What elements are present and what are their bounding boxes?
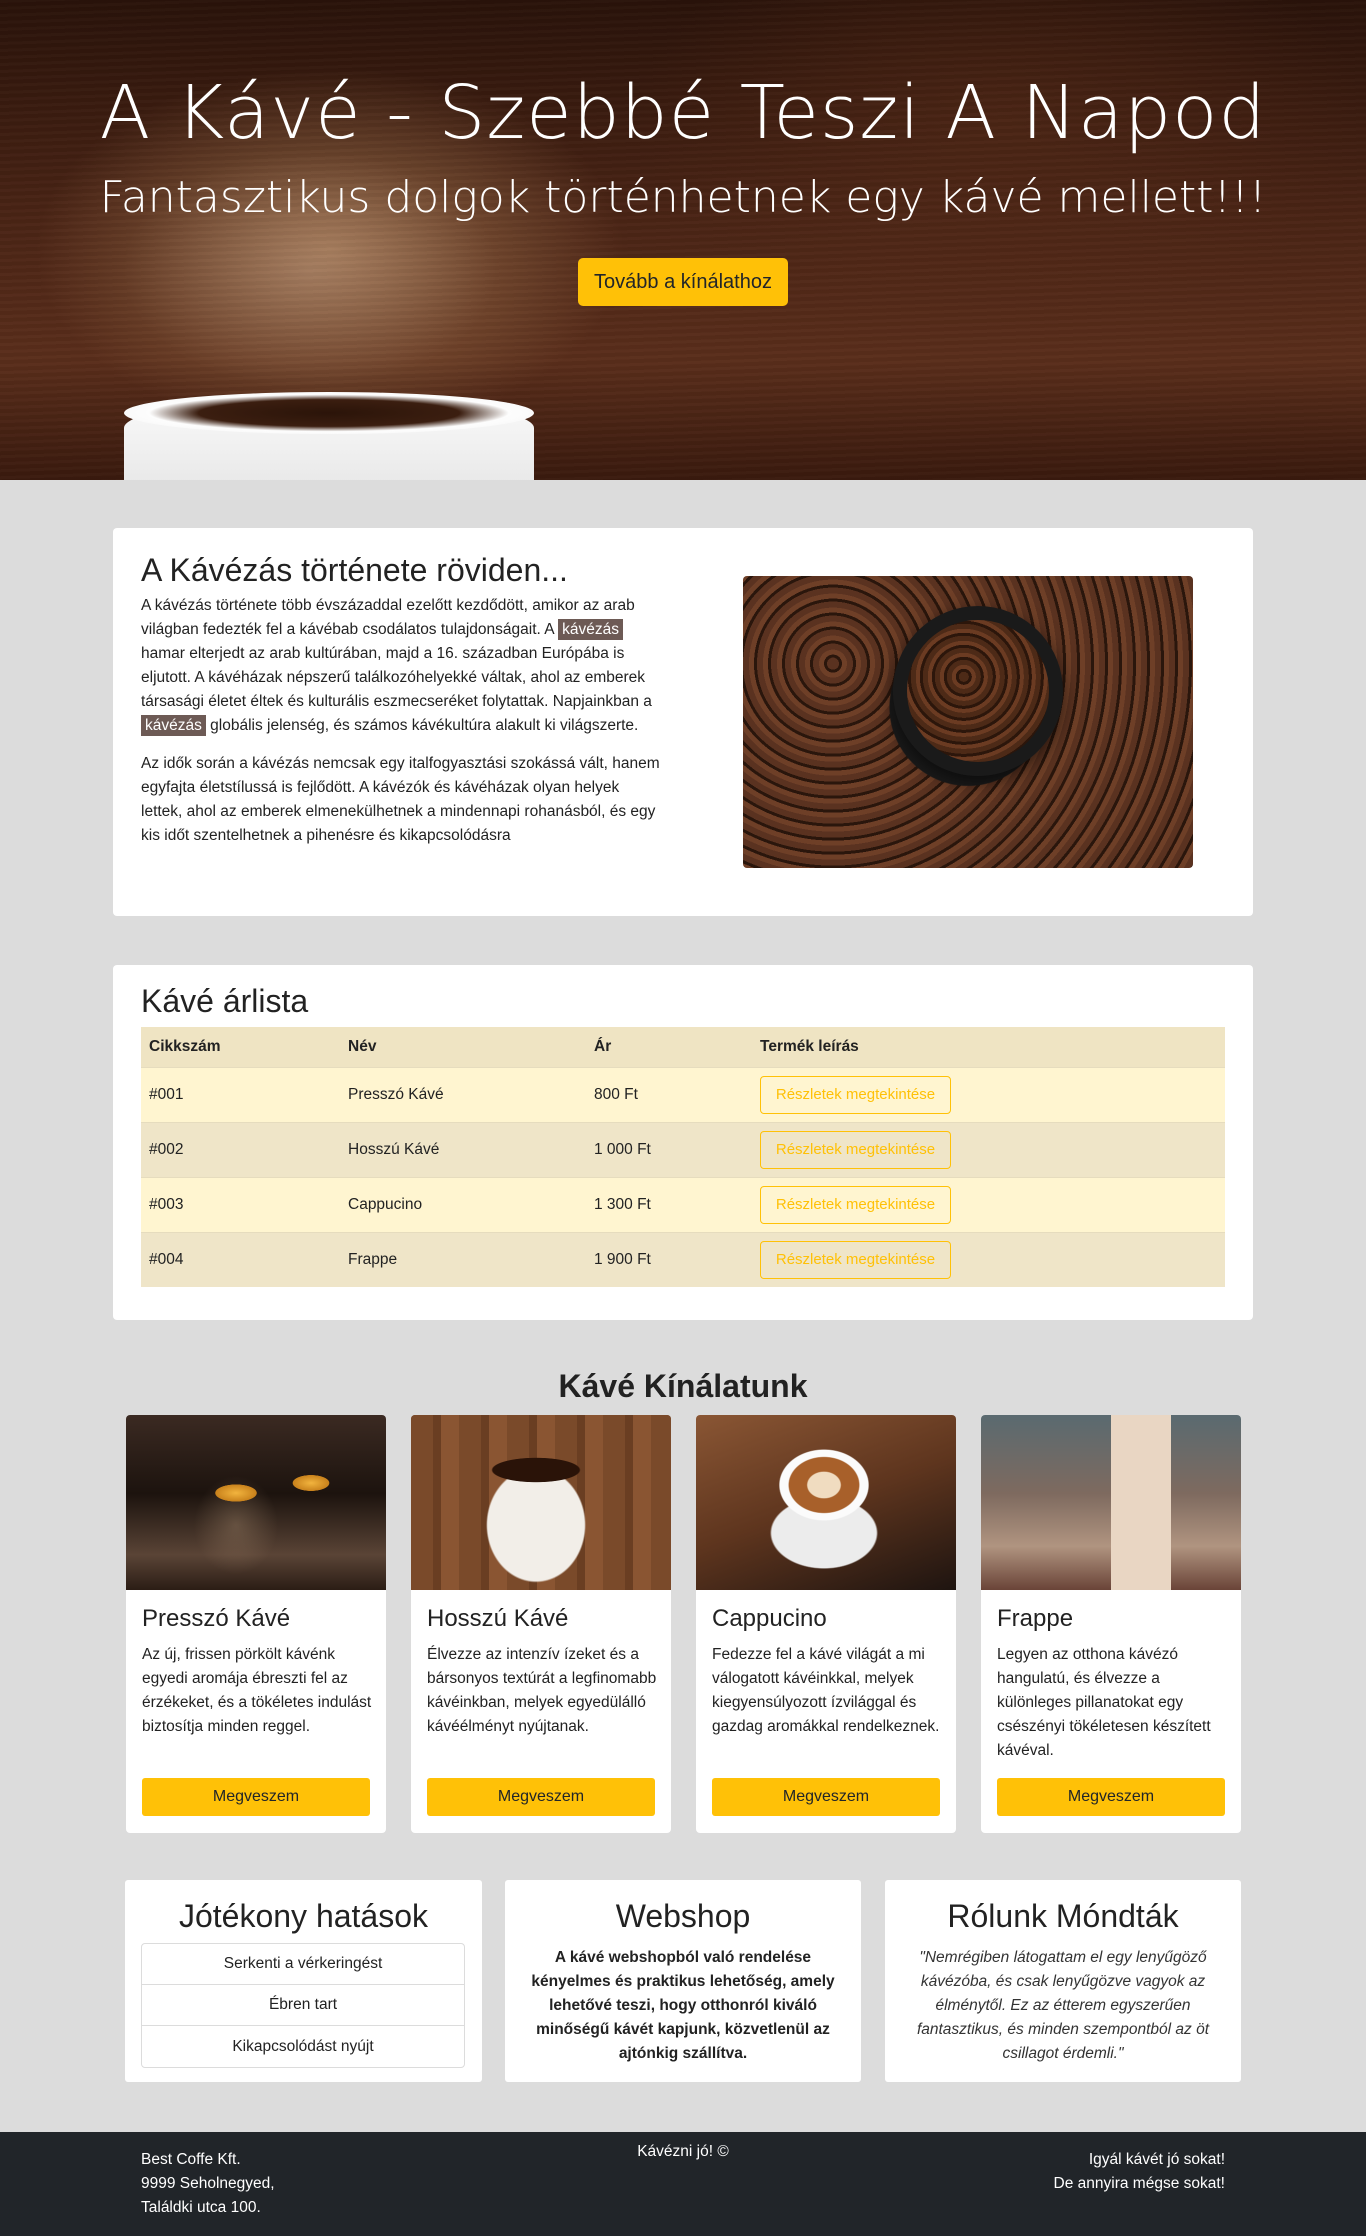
product-description: Az új, frissen pörkölt kávénk egyedi aro… [142, 1646, 372, 1735]
offer-cta-button[interactable]: Tovább a kínálathoz [578, 258, 788, 306]
benefits-list: Serkenti a vérkeringést Ébren tart Kikap… [141, 1943, 465, 2068]
history-section: A Kávézás története röviden... A kávézás… [113, 528, 1253, 916]
item-detail-cell: Részletek megtekintése [752, 1177, 1225, 1232]
product-description: Fedezze fel a kávé világát a mi válogato… [712, 1646, 940, 1735]
item-id: #002 [149, 1140, 184, 1158]
history-text-part: globális jelenség, és számos kávékultúra… [205, 717, 639, 734]
product-description: Élvezze az intenzív ízeket és a bársonyo… [427, 1646, 657, 1735]
item-detail-cell: Részletek megtekintése [752, 1232, 1225, 1287]
item-name: Frappe [348, 1250, 398, 1268]
product-description: Legyen az otthona kávézó hangulatú, és é… [997, 1646, 1211, 1759]
list-item: Kikapcsolódást nyújt [232, 2037, 374, 2055]
item-name: Hosszú Kávé [348, 1140, 440, 1158]
product-card-cappucino: Cappucino Fedezze fel a kávé világát a m… [696, 1415, 956, 1833]
details-button[interactable]: Részletek megtekintése [760, 1075, 951, 1114]
product-name: Frappe [997, 1605, 1074, 1632]
history-text-part: hamar elterjedt az arab kultúrában, majd… [141, 645, 652, 710]
cappucino-image [696, 1415, 956, 1590]
benefits-title: Jótékony hatások [178, 1898, 429, 1934]
column-header: Ár [594, 1037, 612, 1055]
history-paragraph-2: Az idők során a kávézás nemcsak egy ital… [141, 755, 660, 844]
review-quote: "Nemrégiben látogattam el egy lenyűgöző … [916, 1949, 1210, 2062]
table-row: #004 Frappe 1 900 Ft Részletek megtekint… [141, 1232, 1225, 1287]
column-header: Cikkszám [149, 1037, 221, 1055]
webshop-text: A kávé webshopból való rendelése kényelm… [531, 1949, 835, 2062]
address-line: Találdki utca 100. [141, 2199, 261, 2216]
table-header-row: Cikkszám Név Ár Termék leírás [141, 1027, 1225, 1067]
pricelist-title: Kávé árlista [141, 983, 309, 1019]
hosszu-coffee-image [411, 1415, 671, 1590]
item-price: 1 300 Ft [594, 1195, 651, 1213]
history-text: A kávézás története több évszázaddal eze… [141, 594, 661, 862]
product-card-frappe: Frappe Legyen az otthona kávézó hangulat… [981, 1415, 1241, 1833]
item-price: 1 900 Ft [594, 1250, 651, 1268]
list-item: Ébren tart [142, 1985, 464, 2026]
table-row: #001 Presszó Kávé 800 Ft Részletek megte… [141, 1067, 1225, 1122]
reviews-card: Rólunk Móndták "Nemrégiben látogattam el… [885, 1880, 1241, 2082]
item-price: 800 Ft [594, 1085, 638, 1103]
frappe-image [981, 1415, 1241, 1590]
table-row: #002 Hosszú Kávé 1 000 Ft Részletek megt… [141, 1122, 1225, 1177]
item-id: #001 [149, 1085, 184, 1103]
coffee-beans-image [743, 576, 1193, 868]
footer: Best Coffe Kft. 9999 Seholnegyed, Találd… [0, 2132, 1366, 2236]
offer-title: Kávé Kínálatunk [558, 1368, 808, 1404]
presszo-coffee-image [126, 1415, 386, 1590]
hero-subtitle: Fantasztikus dolgok történhetnek egy káv… [99, 172, 1267, 223]
reviews-title: Rólunk Móndták [947, 1898, 1179, 1934]
item-name: Cappucino [348, 1195, 423, 1213]
list-item: Serkenti a vérkeringést [142, 1944, 464, 1985]
address-line: 9999 Seholnegyed, [141, 2175, 275, 2192]
table-row: #003 Cappucino 1 300 Ft Részletek megtek… [141, 1177, 1225, 1232]
column-header: Név [348, 1037, 377, 1055]
buy-button[interactable]: Megveszem [142, 1778, 370, 1816]
item-detail-cell: Részletek megtekintése [752, 1067, 1225, 1122]
webshop-title: Webshop [615, 1898, 751, 1934]
details-button[interactable]: Részletek megtekintése [760, 1130, 951, 1169]
footer-slogan: Igyál kávét jó sokat! De annyira mégse s… [1054, 2148, 1225, 2196]
buy-button[interactable]: Megveszem [712, 1778, 940, 1816]
highlight-mark: kávézás [558, 619, 623, 640]
column-header: Termék leírás [760, 1037, 859, 1055]
item-detail-cell: Részletek megtekintése [752, 1122, 1225, 1177]
item-name: Presszó Kávé [348, 1085, 444, 1103]
item-id: #004 [149, 1250, 184, 1268]
benefits-card: Jótékony hatások Serkenti a vérkeringést… [125, 1880, 482, 2082]
history-paragraph-1: A kávézás története több évszázaddal eze… [141, 594, 661, 738]
hero-banner: A Kávé - Szebbé Teszi A Napod Fantasztik… [0, 0, 1366, 480]
buy-button[interactable]: Megveszem [427, 1778, 655, 1816]
history-title: A Kávézás története röviden... [141, 552, 568, 588]
details-button[interactable]: Részletek megtekintése [760, 1240, 951, 1279]
hero-title: A Kávé - Szebbé Teszi A Napod [99, 70, 1267, 156]
slogan-line: De annyira mégse sokat! [1053, 2175, 1225, 2192]
product-card-presszo: Presszó Kávé Az új, frissen pörkölt kávé… [126, 1415, 386, 1833]
product-name: Hosszú Kávé [427, 1605, 569, 1632]
highlight-mark: kávézás [141, 715, 206, 736]
buy-button[interactable]: Megveszem [997, 1778, 1225, 1816]
item-price: 1 000 Ft [594, 1140, 651, 1158]
product-name: Cappucino [712, 1605, 827, 1632]
page: A Kávé - Szebbé Teszi A Napod Fantasztik… [0, 0, 1366, 2236]
webshop-card: Webshop A kávé webshopból való rendelése… [505, 1880, 861, 2082]
slogan-line: Igyál kávét jó sokat! [1088, 2151, 1225, 2168]
pricelist-table: Cikkszám Név Ár Termék leírás #001 Press… [141, 1027, 1225, 1287]
details-button[interactable]: Részletek megtekintése [760, 1185, 951, 1224]
coffee-beans-bowl [893, 606, 1063, 776]
product-name: Presszó Kávé [142, 1605, 291, 1632]
hero-coffee-cup-rim [124, 392, 534, 434]
item-id: #003 [149, 1195, 184, 1213]
product-card-hosszu: Hosszú Kávé Élvezze az intenzív ízeket é… [411, 1415, 671, 1833]
pricelist-section: Kávé árlista Cikkszám Név Ár Termék leír… [113, 965, 1253, 1320]
